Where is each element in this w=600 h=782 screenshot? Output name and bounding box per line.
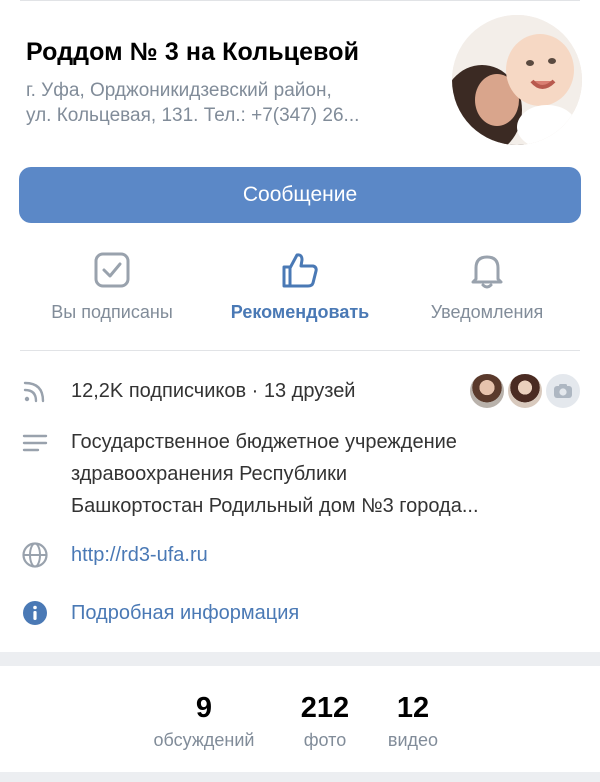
community-header: Роддом № 3 на Кольцевой г. Уфа, Орджоник… xyxy=(0,0,600,160)
website-link[interactable]: http://rd3-ufa.ru xyxy=(71,540,208,570)
address-line-2: ул. Кольцевая, 131. Тел.: +7(347) 26... xyxy=(26,105,360,126)
counter-caption: видео xyxy=(387,730,439,750)
notifications-label: Уведомления xyxy=(430,302,544,322)
friend-avatar-placeholder xyxy=(544,372,582,410)
friends-avatars[interactable] xyxy=(468,372,582,410)
counter-value: 212 xyxy=(300,692,350,724)
friend-avatar xyxy=(506,372,544,410)
counter-value: 9 xyxy=(195,692,213,724)
community-title: Роддом № 3 на Кольцевой xyxy=(26,38,360,66)
description-text: Государственное бюджетное учреждение здр… xyxy=(71,426,581,522)
subscribed-button[interactable]: Вы подписаны xyxy=(17,240,207,335)
recommend-label: Рекомендовать xyxy=(230,302,370,322)
description-line: Башкортостан Родильный дом №3 города... xyxy=(71,495,479,517)
videos-counter[interactable]: 12 видео xyxy=(380,690,446,754)
section-gap xyxy=(0,652,600,666)
bottom-gap xyxy=(0,772,600,782)
community-status[interactable]: г. Уфа, Орджоникидзевский район, ул. Кол… xyxy=(26,78,436,128)
community-avatar[interactable] xyxy=(452,15,582,145)
description-line: Государственное бюджетное учреждение xyxy=(71,431,457,453)
address-line-1: г. Уфа, Орджоникидзевский район, xyxy=(26,80,332,101)
counter-caption: обсуждений xyxy=(153,730,255,750)
details-link[interactable]: Подробная информация xyxy=(71,598,299,628)
subscribed-label: Вы подписаны xyxy=(51,302,173,322)
section-divider xyxy=(20,350,580,351)
description-line: здравоохранения Республики xyxy=(71,463,348,485)
counter-caption: фото xyxy=(303,730,347,750)
camera-icon xyxy=(554,384,572,398)
notifications-button[interactable]: Уведомления xyxy=(392,240,582,335)
bell-icon xyxy=(471,255,503,289)
rss-icon xyxy=(23,381,45,403)
avatar-photo-icon xyxy=(452,15,582,145)
discussions-counter[interactable]: 9 обсуждений xyxy=(141,690,267,754)
info-icon xyxy=(23,601,47,625)
text-lines-icon xyxy=(22,434,48,452)
thumbs-up-icon xyxy=(282,253,318,288)
checkbox-icon xyxy=(94,252,130,288)
photos-counter[interactable]: 212 фото xyxy=(294,690,356,754)
recommend-button[interactable]: Рекомендовать xyxy=(205,240,395,335)
counters-bar: 9 обсуждений 212 фото 12 видео xyxy=(0,690,600,760)
message-button[interactable]: Сообщение xyxy=(19,167,581,223)
friend-avatar xyxy=(468,372,506,410)
subscribers-count: 12,2K подписчиков · 13 друзей xyxy=(71,380,356,402)
counter-value: 12 xyxy=(396,692,430,724)
action-bar: Вы подписаны Рекомендовать Уведомления xyxy=(0,240,600,340)
globe-icon xyxy=(22,542,48,568)
